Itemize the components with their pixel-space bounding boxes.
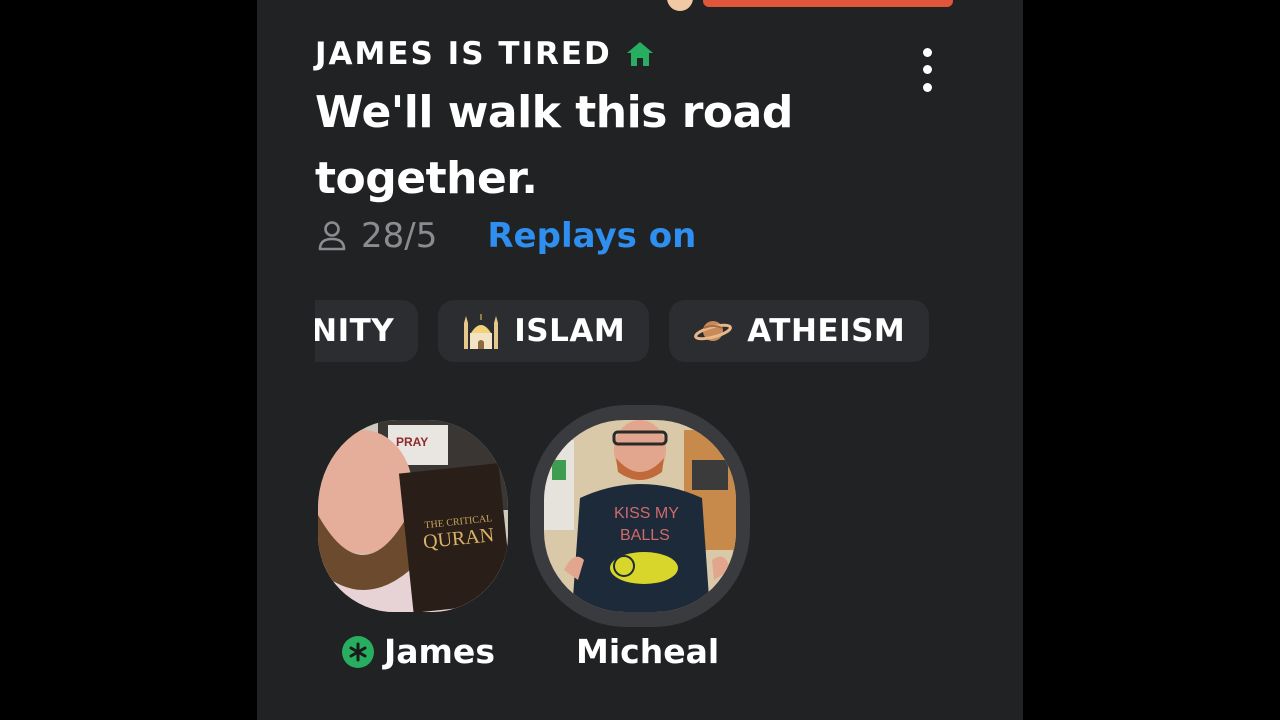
svg-text:KISS MY: KISS MY (614, 505, 679, 522)
room-screen: JAMES IS TIRED We'll walk this road toge… (257, 0, 1023, 720)
listener-count: 28/5 (361, 216, 438, 256)
leave-quietly-button[interactable] (703, 0, 953, 7)
club-name[interactable]: JAMES IS TIRED (315, 36, 612, 72)
speaker-name-row-micheal: Micheal (576, 632, 719, 671)
menu-dot (922, 82, 932, 92)
room-club-row: JAMES IS TIRED (315, 36, 654, 72)
mosque-icon (462, 313, 500, 349)
speaker-name: Micheal (576, 632, 720, 671)
svg-text:BALLS: BALLS (620, 527, 670, 544)
tag-islam[interactable]: ISLAM (438, 300, 650, 362)
tag-christianity[interactable]: TIANITY (315, 300, 419, 362)
ringed-planet-icon (693, 316, 733, 346)
more-vertical-icon[interactable] (912, 44, 942, 96)
speaker-avatar-micheal[interactable]: KISS MY BALLS (544, 420, 736, 612)
menu-dot (922, 48, 932, 58)
person-icon (317, 220, 347, 252)
raised-hand-icon (667, 0, 693, 11)
speaker-avatar-james[interactable]: PRAY THE CRITICAL QURAN (318, 420, 508, 612)
menu-dot (922, 65, 932, 75)
tag-label: ISLAM (514, 313, 626, 349)
topic-tags: TIANITY ISLAM (315, 300, 1023, 364)
tag-atheism[interactable]: ATHEISM (669, 300, 930, 362)
home-icon (626, 41, 654, 67)
tag-label: ATHEISM (747, 313, 906, 349)
top-peek-bar (667, 0, 953, 11)
tag-label: TIANITY (315, 313, 395, 349)
room-stats: 28/5 Replays on (317, 216, 696, 256)
speaker-name: James (384, 632, 495, 671)
moderator-badge-icon (342, 635, 374, 668)
replays-link[interactable]: Replays on (487, 216, 696, 256)
speaker-name-row-james: James (342, 632, 495, 671)
svg-text:PRAY: PRAY (396, 435, 428, 449)
room-title: We'll walk this road together. (315, 87, 793, 204)
